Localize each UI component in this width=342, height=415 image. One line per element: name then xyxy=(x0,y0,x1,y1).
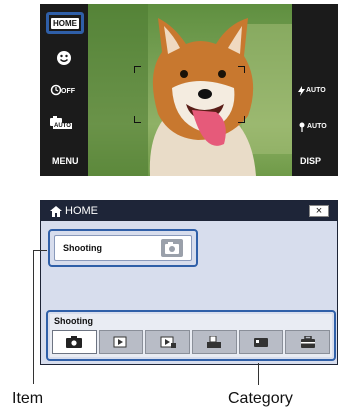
close-button[interactable]: × xyxy=(309,205,329,217)
smile-shutter-icon[interactable] xyxy=(56,50,72,66)
settings-toolbox-icon xyxy=(300,336,315,348)
category-highlight: Shooting xyxy=(46,310,336,361)
category-tab-shooting[interactable] xyxy=(52,330,97,354)
camera-icon xyxy=(66,336,83,348)
macro-value: AUTO xyxy=(307,123,327,130)
category-tabs xyxy=(52,330,331,354)
category-label: Shooting xyxy=(54,316,93,326)
print-icon xyxy=(207,336,222,348)
category-tab-view-images-2[interactable] xyxy=(145,330,191,354)
home-panel-title: HOME xyxy=(65,205,98,217)
category-tab-print[interactable] xyxy=(192,330,237,354)
view-images-2-icon xyxy=(160,336,176,348)
view-images-icon xyxy=(113,336,127,348)
category-leader-line xyxy=(258,363,259,385)
af-frame-corner xyxy=(134,66,141,73)
category-bar: Shooting xyxy=(50,314,332,357)
home-button[interactable]: HOME xyxy=(46,12,84,34)
disp-button[interactable]: DISP xyxy=(300,156,321,166)
home-icon xyxy=(50,206,62,217)
home-panel-header: HOME × xyxy=(41,201,337,221)
memory-card-icon xyxy=(254,338,269,347)
scene-value: AUTO xyxy=(53,123,72,129)
left-button-column: HOME OFF AUTO MENU xyxy=(40,4,88,176)
live-view-image xyxy=(88,4,292,176)
item-leader-line xyxy=(33,250,34,384)
item-leader-line xyxy=(33,250,47,251)
item-shooting[interactable]: Shooting xyxy=(54,235,192,261)
macro-flower-icon xyxy=(299,122,305,132)
category-callout-label: Category xyxy=(228,390,293,407)
flash-icon xyxy=(298,86,305,96)
menu-button[interactable]: MENU xyxy=(52,156,79,166)
right-button-column: AUTO AUTO DISP xyxy=(292,4,338,176)
home-button-label: HOME xyxy=(51,18,79,29)
item-label: Shooting xyxy=(63,243,102,253)
home-panel: HOME × Shooting Shooting xyxy=(40,200,338,365)
item-callout-label: Item xyxy=(12,390,44,407)
dog-photo xyxy=(149,18,256,176)
item-highlight: Shooting xyxy=(48,229,198,267)
af-frame-corner xyxy=(238,66,245,73)
flash-value: AUTO xyxy=(306,87,326,94)
category-tab-settings[interactable] xyxy=(285,330,331,354)
af-frame-corner xyxy=(238,116,245,123)
category-tab-memory[interactable] xyxy=(238,330,284,354)
af-frame-corner xyxy=(134,116,141,123)
self-timer-value: OFF xyxy=(61,88,75,95)
camera-icon xyxy=(161,239,183,257)
category-tab-view-images[interactable] xyxy=(98,330,144,354)
camera-screen: HOME OFF AUTO MENU AUTO AUTO DISP xyxy=(40,4,338,176)
